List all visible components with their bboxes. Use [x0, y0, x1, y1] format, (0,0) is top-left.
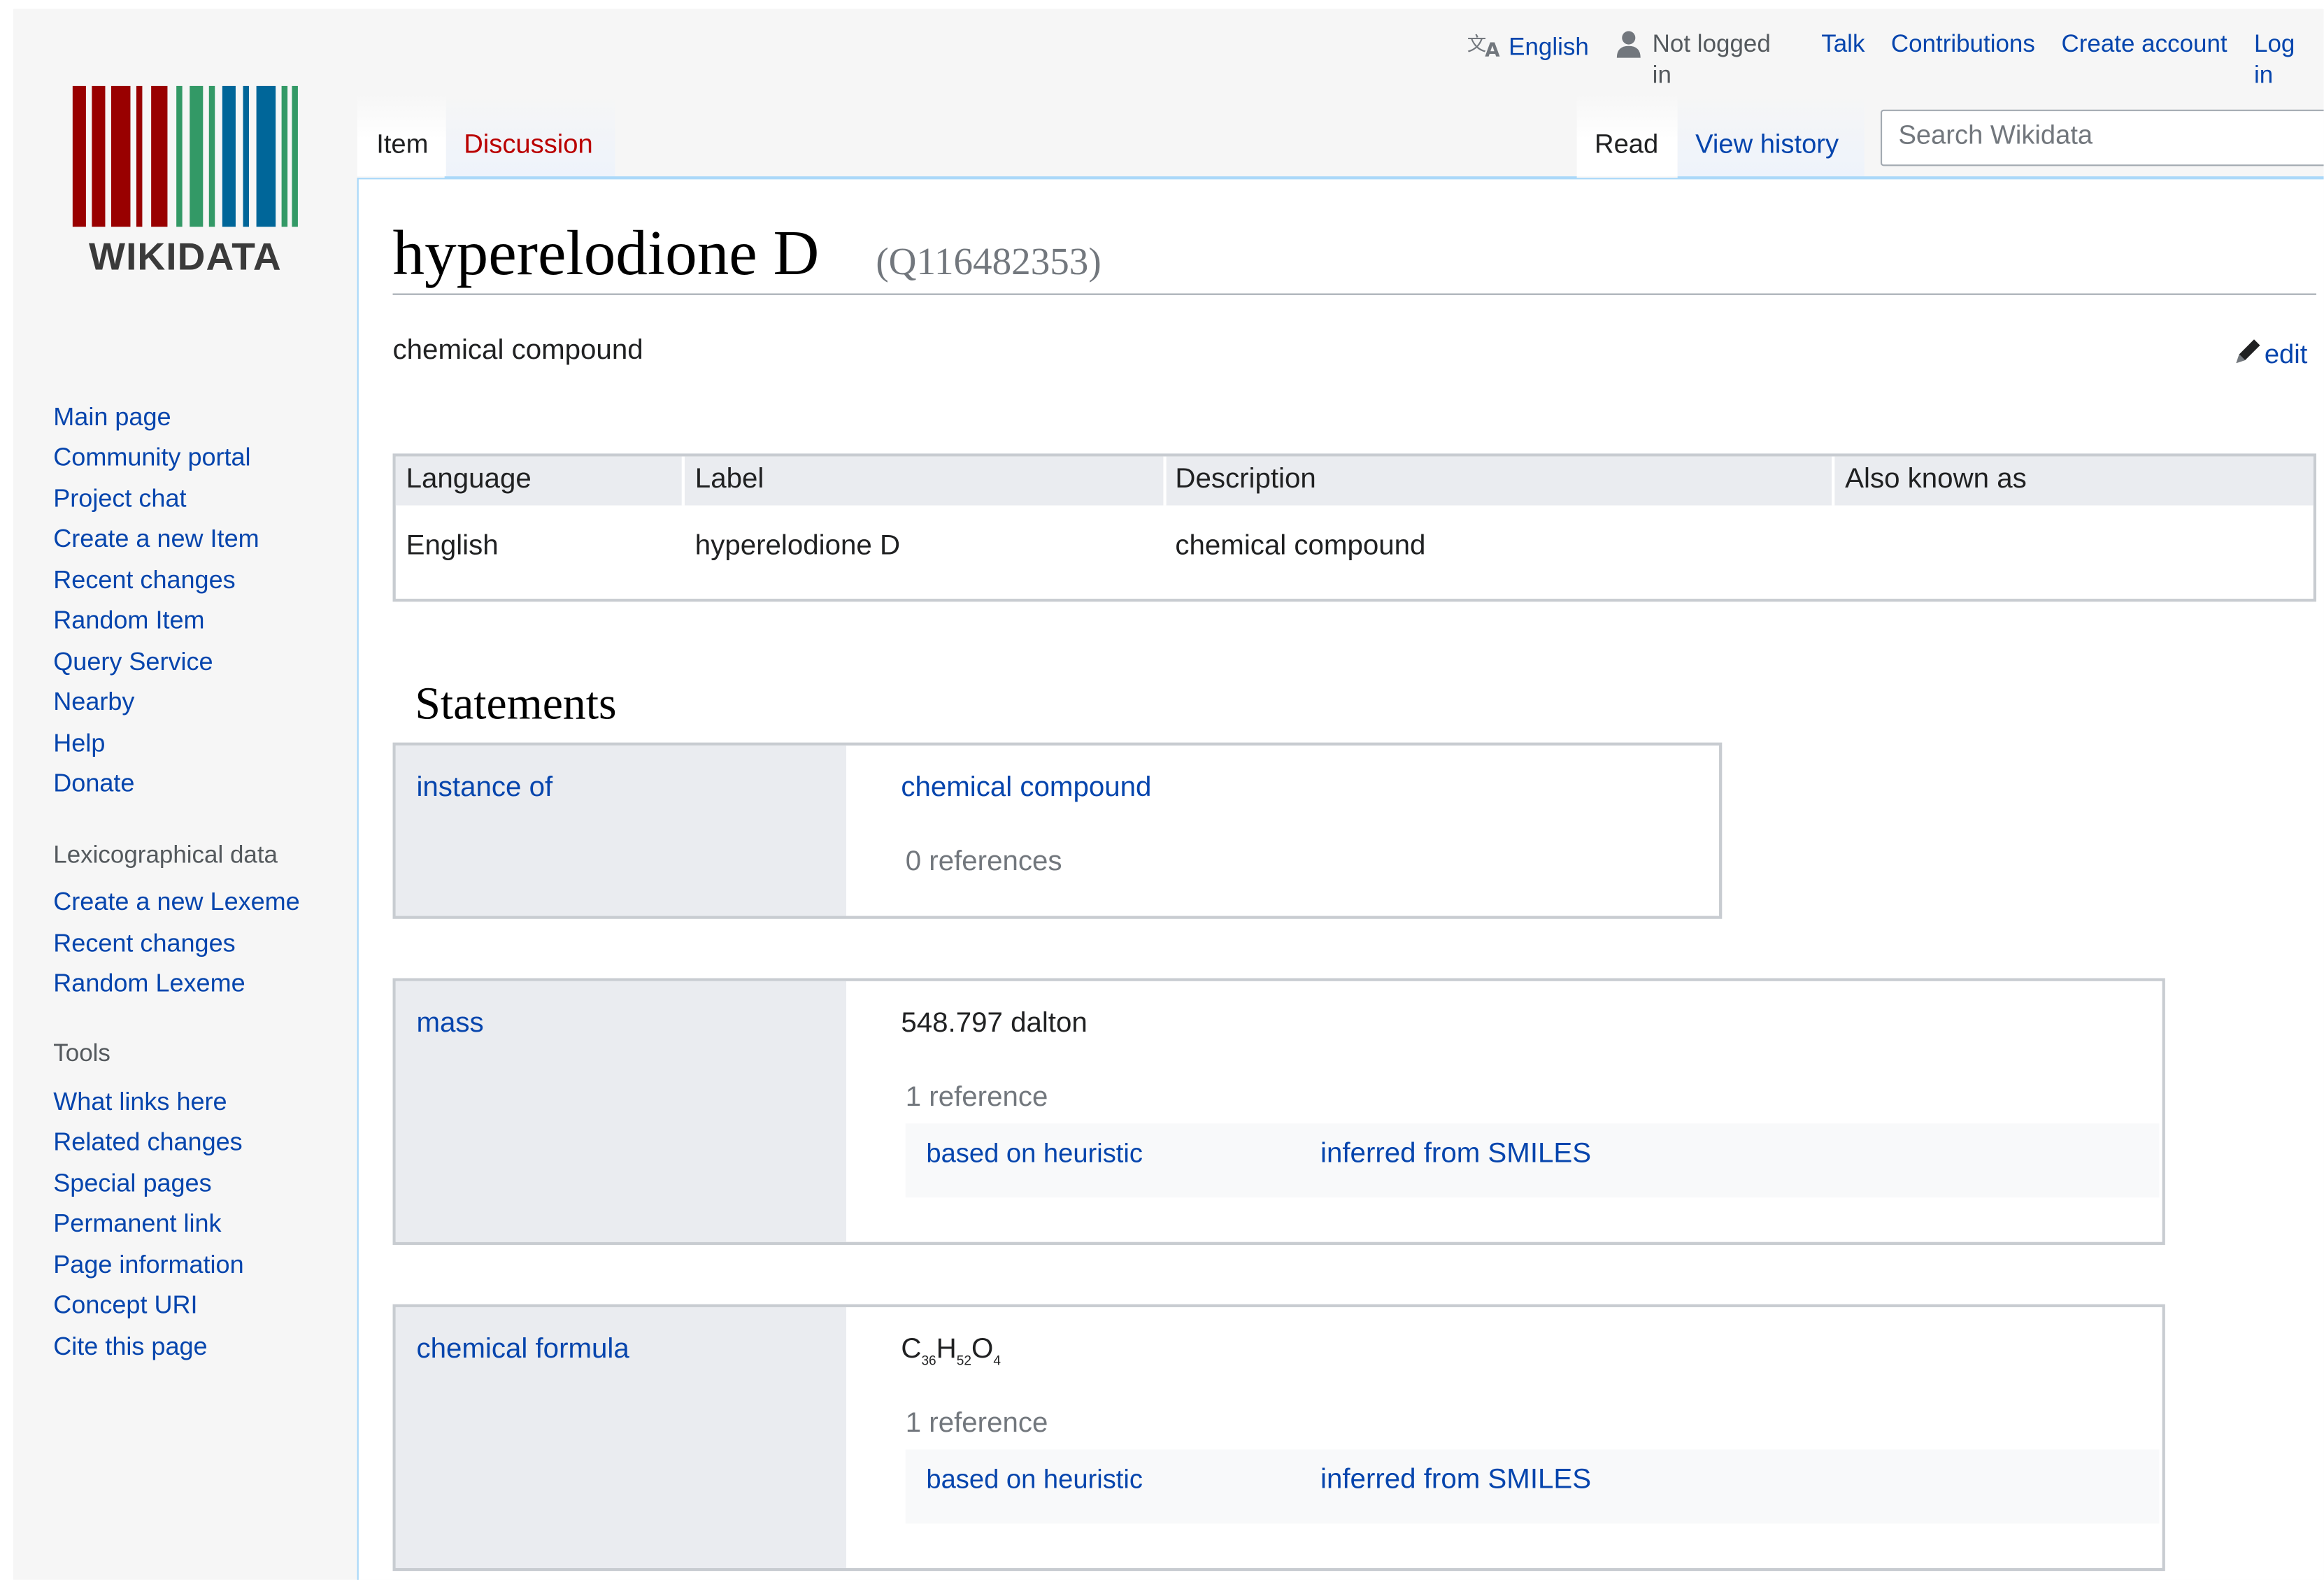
sidebar-item-project-chat[interactable]: Project chat [53, 485, 186, 514]
sidebar-item-random-item[interactable]: Random Item [53, 606, 204, 636]
terms-cell-description: chemical compound [1175, 530, 1426, 562]
talk-link[interactable]: Talk [1821, 29, 1865, 60]
formula-element: C [901, 1334, 922, 1365]
sidebar-item-query-service[interactable]: Query Service [53, 648, 213, 677]
tab-read[interactable]: Read [1595, 127, 1658, 160]
property-column [395, 745, 846, 916]
formula-count: 4 [993, 1353, 1001, 1368]
property-instance-of[interactable]: instance of [416, 772, 553, 805]
formula-element: O [971, 1334, 994, 1365]
sidebar-item-related-changes[interactable]: Related changes [53, 1128, 242, 1158]
wikidata-logo[interactable]: WIKIDATA [70, 85, 301, 279]
tab-view-history[interactable]: View history [1695, 127, 1839, 160]
property-mass[interactable]: mass [416, 1008, 483, 1041]
svg-text:文: 文 [1467, 33, 1487, 55]
create-account-link[interactable]: Create account [2062, 29, 2227, 60]
terms-cell-language: English [406, 530, 499, 562]
search-input[interactable] [1895, 118, 2316, 153]
item-label: hyperelodione D [392, 219, 820, 290]
sidebar-heading-lexicographical: Lexicographical data [53, 841, 278, 869]
sidebar-item-nearby[interactable]: Nearby [53, 688, 134, 717]
formula-element: H [936, 1334, 957, 1365]
sidebar-item-community-portal[interactable]: Community portal [53, 443, 250, 473]
user-icon [1616, 31, 1641, 58]
reference-property[interactable]: based on heuristic [926, 1465, 1143, 1495]
sidebar-item-permanent-link[interactable]: Permanent link [53, 1209, 221, 1239]
reference-row: based on heuristic inferred from SMILES [905, 1123, 2160, 1198]
sidebar-item-special-pages[interactable]: Special pages [53, 1169, 211, 1199]
item-qid: (Q116482353) [876, 240, 1102, 283]
reference-row: based on heuristic inferred from SMILES [905, 1449, 2160, 1524]
column-divider [1163, 456, 1167, 506]
sidebar-item-create-lexeme[interactable]: Create a new Lexeme [53, 888, 299, 917]
edit-button[interactable]: edit [2232, 335, 2307, 371]
pencil-icon [2236, 339, 2260, 364]
terms-cell-label: hyperelodione D [694, 530, 901, 562]
value-chemical-formula: C36H52O4 [901, 1334, 1001, 1368]
property-chemical-formula[interactable]: chemical formula [416, 1334, 629, 1367]
formula-count: 52 [956, 1353, 972, 1368]
logo-barcode-icon [72, 85, 298, 227]
log-in-link[interactable]: Log in [2254, 29, 2314, 92]
reference-property[interactable]: based on heuristic [926, 1138, 1143, 1169]
tab-item[interactable]: Item [376, 127, 428, 160]
references-toggle[interactable]: 1 reference [906, 1408, 1048, 1441]
sidebar-item-lexeme-recent-changes[interactable]: Recent changes [53, 930, 235, 959]
value-chemical-compound[interactable]: chemical compound [901, 772, 1151, 805]
sidebar-item-page-information[interactable]: Page information [53, 1251, 243, 1280]
not-logged-in: Not logged in [1616, 29, 1793, 92]
sidebar-item-help[interactable]: Help [53, 729, 105, 759]
column-divider [1832, 456, 1835, 506]
svg-text:A: A [1485, 39, 1500, 59]
logo-wordmark: WIKIDATA [89, 234, 282, 279]
statement-group-chemical-formula: chemical formula C36H52O4 1 reference ba… [392, 1304, 2165, 1572]
sidebar-item-cite-this-page[interactable]: Cite this page [53, 1332, 207, 1362]
reference-value[interactable]: inferred from SMILES [1320, 1138, 1591, 1171]
formula-count: 36 [921, 1353, 936, 1368]
item-description: chemical compound [392, 334, 643, 366]
statement-group-instance-of: instance of chemical compound 0 referenc… [392, 742, 1723, 919]
references-toggle[interactable]: 0 references [906, 846, 1062, 879]
statement-group-mass: mass 548.797 dalton 1 reference based on… [392, 978, 2165, 1245]
terms-header-description: Description [1175, 464, 1316, 495]
edit-label[interactable]: edit [2265, 339, 2308, 369]
search-box [1881, 109, 2324, 166]
sidebar-item-concept-uri[interactable]: Concept URI [53, 1291, 197, 1321]
sidebar-item-donate[interactable]: Donate [53, 769, 134, 799]
tab-discussion[interactable]: Discussion [464, 127, 592, 160]
contributions-link[interactable]: Contributions [1891, 29, 2035, 60]
sidebar-item-random-lexeme[interactable]: Random Lexeme [53, 969, 245, 999]
translate-icon: 文 A [1467, 33, 1500, 61]
column-divider [681, 456, 685, 506]
value-mass: 548.797 dalton [901, 1007, 1088, 1039]
terms-header-label: Label [694, 464, 764, 495]
terms-header-language: Language [406, 464, 532, 495]
terms-table: Language Label Description Also known as… [392, 453, 2316, 602]
language-selector[interactable]: 文 A English [1467, 29, 1589, 64]
sidebar-heading-tools: Tools [53, 1040, 111, 1067]
language-link[interactable]: English [1509, 34, 1589, 61]
statements-heading: Statements [415, 677, 617, 729]
sidebar-item-recent-changes[interactable]: Recent changes [53, 566, 235, 595]
terms-header-aliases: Also known as [1845, 464, 2027, 495]
sidebar-item-main-page[interactable]: Main page [53, 403, 171, 432]
reference-value[interactable]: inferred from SMILES [1320, 1465, 1591, 1497]
sidebar-item-what-links-here[interactable]: What links here [53, 1088, 227, 1117]
page-title: hyperelodione D (Q116482353) [392, 216, 2316, 295]
references-toggle[interactable]: 1 reference [906, 1082, 1048, 1115]
sidebar-item-create-item[interactable]: Create a new Item [53, 525, 259, 554]
